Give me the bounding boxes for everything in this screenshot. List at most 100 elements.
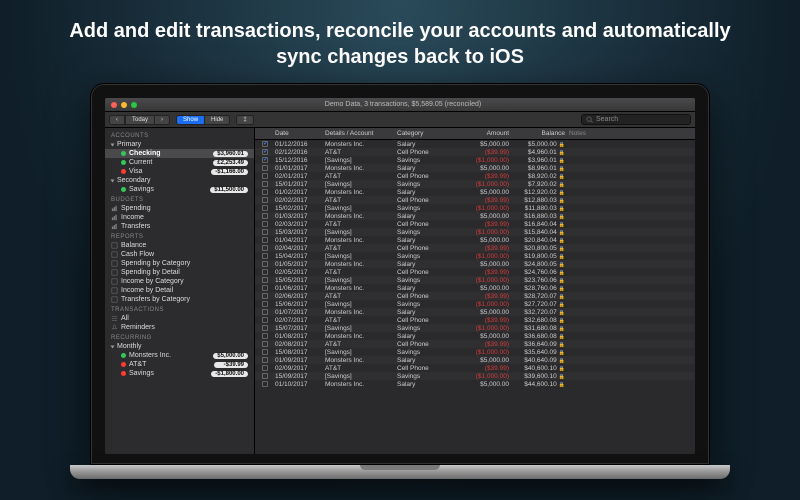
table-row[interactable]: 15/08/2017[Savings]Savings($1,000.00)$35… [255,348,695,356]
sidebar-item-primary[interactable]: Primary [105,140,254,149]
col-details[interactable]: Details / Account [325,130,393,137]
sidebar-item-tbc[interactable]: Transfers by Category [105,295,254,304]
sidebar-item-ibd[interactable]: Income by Detail [105,286,254,295]
disclosure-icon[interactable] [111,143,115,146]
minimize-icon[interactable] [121,102,127,108]
reconcile-checkbox[interactable] [259,253,271,259]
search-input[interactable]: Search [581,114,691,125]
col-date[interactable]: Date [275,130,321,137]
sidebar-item-savings[interactable]: Savings$11,500.00 [105,185,254,194]
reconcile-checkbox[interactable] [259,357,271,363]
reconcile-checkbox[interactable] [259,189,271,195]
reconcile-checkbox[interactable] [259,149,271,155]
table-row[interactable]: 15/06/2017[Savings]Savings($1,000.00)$27… [255,300,695,308]
table-row[interactable]: 01/07/2017Monsters Inc.Salary$5,000.00$3… [255,308,695,316]
table-row[interactable]: 02/03/2017AT&TCell Phone($39.99)$16,840.… [255,220,695,228]
sidebar-item-secondary[interactable]: Secondary [105,176,254,185]
table-row[interactable]: 15/03/2017[Savings]Savings($1,000.00)$15… [255,228,695,236]
table-row[interactable]: 02/12/2016AT&TCell Phone($39.99)$4,960.0… [255,148,695,156]
reconcile-checkbox[interactable] [259,261,271,267]
reconcile-checkbox[interactable] [259,213,271,219]
disclosure-icon[interactable] [111,179,115,182]
table-row[interactable]: 01/04/2017Monsters Inc.Salary$5,000.00$2… [255,236,695,244]
sidebar-item-recurring-monsters[interactable]: Monsters Inc.$5,000.00 [105,351,254,360]
col-category[interactable]: Category [397,130,455,137]
reconcile-checkbox[interactable] [259,229,271,235]
hide-button[interactable]: Hide [205,115,230,125]
table-row[interactable]: 15/07/2017[Savings]Savings($1,000.00)$31… [255,324,695,332]
reconcile-checkbox[interactable] [259,181,271,187]
table-row[interactable]: 15/05/2017[Savings]Savings($1,000.00)$23… [255,276,695,284]
reconcile-checkbox[interactable] [259,157,271,163]
reconcile-checkbox[interactable] [259,245,271,251]
table-row[interactable]: 02/09/2017AT&TCell Phone($39.99)$40,600.… [255,364,695,372]
table-row[interactable]: 01/09/2017Monsters Inc.Salary$5,000.00$4… [255,356,695,364]
table-row[interactable]: 01/01/2017Monsters Inc.Salary$5,000.00$8… [255,164,695,172]
reconcile-checkbox[interactable] [259,205,271,211]
sidebar-item-sbd[interactable]: Spending by Detail [105,268,254,277]
sidebar-item-cashflow[interactable]: Cash Flow [105,250,254,259]
table-row[interactable]: 02/07/2017AT&TCell Phone($39.99)$32,680.… [255,316,695,324]
sidebar-item-income[interactable]: Income [105,213,254,222]
table-row[interactable]: 02/06/2017AT&TCell Phone($39.99)$28,720.… [255,292,695,300]
table-row[interactable]: 01/08/2017Monsters Inc.Salary$5,000.00$3… [255,332,695,340]
table-row[interactable]: 01/10/2017Monsters Inc.Salary$5,000.00$4… [255,380,695,388]
table-row[interactable]: 15/12/2016[Savings]Savings($1,000.00)$3,… [255,156,695,164]
table-row[interactable]: 15/01/2017[Savings]Savings($1,000.00)$7,… [255,180,695,188]
table-row[interactable]: 01/03/2017Monsters Inc.Salary$5,000.00$1… [255,212,695,220]
col-reconciled[interactable] [259,130,271,137]
today-button[interactable]: Today [125,115,155,125]
table-row[interactable]: 02/01/2017AT&TCell Phone($39.99)$8,920.0… [255,172,695,180]
sidebar-item-ibc[interactable]: Income by Category [105,277,254,286]
table-row[interactable]: 01/12/2016Monsters Inc.Salary$5,000.00$5… [255,140,695,148]
reconcile-checkbox[interactable] [259,325,271,331]
table-row[interactable]: 02/02/2017AT&TCell Phone($39.99)$12,880.… [255,196,695,204]
sidebar-item-monthly[interactable]: Monthly [105,342,254,351]
reconcile-checkbox[interactable] [259,293,271,299]
disclosure-icon[interactable] [111,345,115,348]
reconcile-checkbox[interactable] [259,141,271,147]
sidebar-item-current[interactable]: Current£2,253.49 [105,158,254,167]
reconcile-checkbox[interactable] [259,277,271,283]
sidebar-item-checking[interactable]: Checking$3,960.01 [105,149,254,158]
filter-button[interactable]: ‡ [236,115,253,125]
reconcile-checkbox[interactable] [259,373,271,379]
table-row[interactable]: 15/04/2017[Savings]Savings($1,000.00)$19… [255,252,695,260]
sidebar-item-recurring-att[interactable]: AT&T-$39.99 [105,360,254,369]
sidebar-item-sbc[interactable]: Spending by Category [105,259,254,268]
table-row[interactable]: 15/09/2017[Savings]Savings($1,000.00)$39… [255,372,695,380]
col-notes[interactable]: Notes [569,130,691,137]
reconcile-checkbox[interactable] [259,349,271,355]
next-button[interactable]: › [155,115,170,125]
table-row[interactable]: 02/05/2017AT&TCell Phone($39.99)$24,760.… [255,268,695,276]
reconcile-checkbox[interactable] [259,381,271,387]
reconcile-checkbox[interactable] [259,317,271,323]
show-button[interactable]: Show [176,115,205,125]
reconcile-checkbox[interactable] [259,365,271,371]
reconcile-checkbox[interactable] [259,301,271,307]
reconcile-checkbox[interactable] [259,333,271,339]
prev-button[interactable]: ‹ [109,115,125,125]
col-amount[interactable]: Amount [459,130,509,137]
reconcile-checkbox[interactable] [259,269,271,275]
reconcile-checkbox[interactable] [259,221,271,227]
table-row[interactable]: 02/08/2017AT&TCell Phone($39.99)$36,640.… [255,340,695,348]
sidebar-item-reminders[interactable]: Reminders [105,323,254,332]
reconcile-checkbox[interactable] [259,309,271,315]
close-icon[interactable] [111,102,117,108]
reconcile-checkbox[interactable] [259,173,271,179]
sidebar-item-spending[interactable]: Spending [105,204,254,213]
table-row[interactable]: 01/05/2017Monsters Inc.Salary$5,000.00$2… [255,260,695,268]
reconcile-checkbox[interactable] [259,197,271,203]
reconcile-checkbox[interactable] [259,285,271,291]
sidebar-item-recurring-savings[interactable]: Savings-$1,800.00 [105,369,254,378]
sidebar-item-transfers[interactable]: Transfers [105,222,254,231]
reconcile-checkbox[interactable] [259,165,271,171]
sidebar-item-balance-report[interactable]: Balance [105,241,254,250]
reconcile-checkbox[interactable] [259,341,271,347]
table-row[interactable]: 01/02/2017Monsters Inc.Salary$5,000.00$1… [255,188,695,196]
sidebar-item-all[interactable]: All [105,314,254,323]
reconcile-checkbox[interactable] [259,237,271,243]
table-row[interactable]: 15/02/2017[Savings]Savings($1,000.00)$11… [255,204,695,212]
table-row[interactable]: 02/04/2017AT&TCell Phone($39.99)$20,800.… [255,244,695,252]
